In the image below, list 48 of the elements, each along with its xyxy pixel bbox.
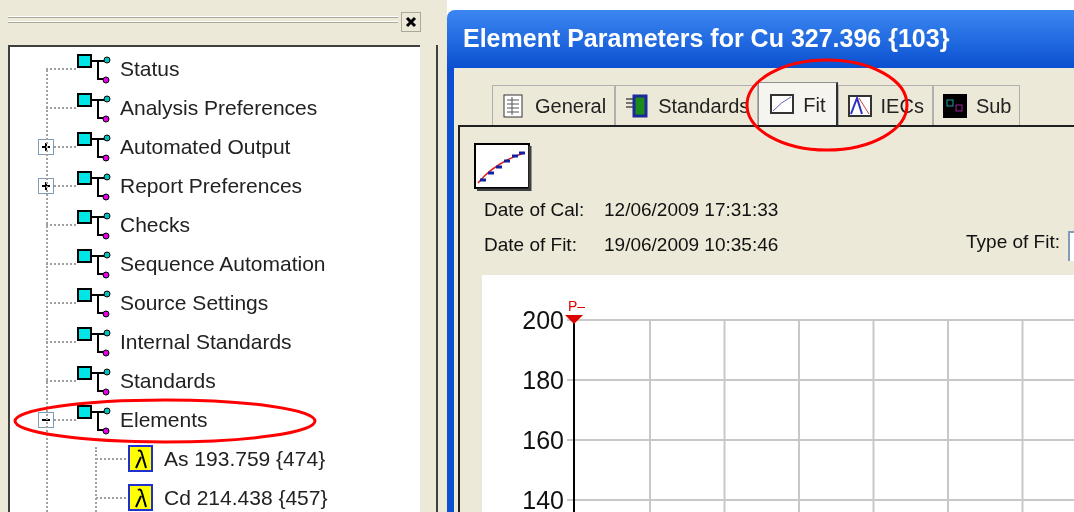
tree-item[interactable]: Automated Output [120,130,291,163]
tree-item[interactable]: Checks [120,208,191,241]
tree-node-icon [76,286,112,319]
tree-item[interactable]: Status [120,52,180,85]
expander-icon[interactable] [38,138,54,155]
field-value: 19/06/2009 10:35:46 [604,233,779,258]
tree-node-icon [76,325,112,358]
tree-item[interactable]: Cd 214.438 {457} [164,481,328,512]
field-label: Date of Fit: [484,233,578,258]
tree-item[interactable]: Sequence Automation [120,247,326,280]
tree-node-icon [76,208,112,241]
tree-item[interactable]: Report Preferences [120,169,303,202]
tree-node-icon [76,364,112,397]
tab[interactable]: Sub [932,85,1021,125]
tree-item[interactable]: As 193.759 {474} [164,442,326,475]
marker-icon [565,315,583,324]
tree-item[interactable]: Analysis Preferences [120,91,318,124]
tree-item[interactable]: Internal Standards [120,325,292,358]
axis-tick-label: 140 [522,486,564,512]
tree-node-icon [76,403,112,436]
field-label: Type of Fit: [966,230,1060,255]
marker-label: P– [568,298,586,314]
tab[interactable]: General [492,85,616,125]
tree-item[interactable]: Elements [120,403,208,436]
window-title: Element Parameters for Cu 327.396 {103} [463,23,950,55]
tree-node-icon [76,52,112,85]
lambda-icon [126,442,156,475]
field-value: 12/06/2009 17:31:33 [604,198,779,223]
close-icon [405,16,417,28]
dropdown-field[interactable] [1068,230,1074,261]
dots-icon [941,92,968,119]
field-label: Date of Cal: [484,198,586,223]
axis-tick-label: 160 [522,426,564,454]
expander-icon[interactable] [38,411,54,428]
tree-node-icon [76,91,112,124]
close-button[interactable] [401,12,421,32]
peak-icon [846,92,873,119]
lambda-icon [126,481,156,512]
axis-tick-label: 200 [522,306,564,334]
fit-curve-icon [474,143,532,191]
tree-node-icon [76,169,112,202]
tree-node-icon [76,247,112,280]
tree-item[interactable]: Source Settings [120,286,269,319]
tree-node-icon [76,130,112,163]
expander-icon[interactable] [38,177,54,194]
axis-tick-label: 180 [522,366,564,394]
tree-item[interactable]: Standards [120,364,216,397]
tab[interactable]: Fit [758,82,838,125]
